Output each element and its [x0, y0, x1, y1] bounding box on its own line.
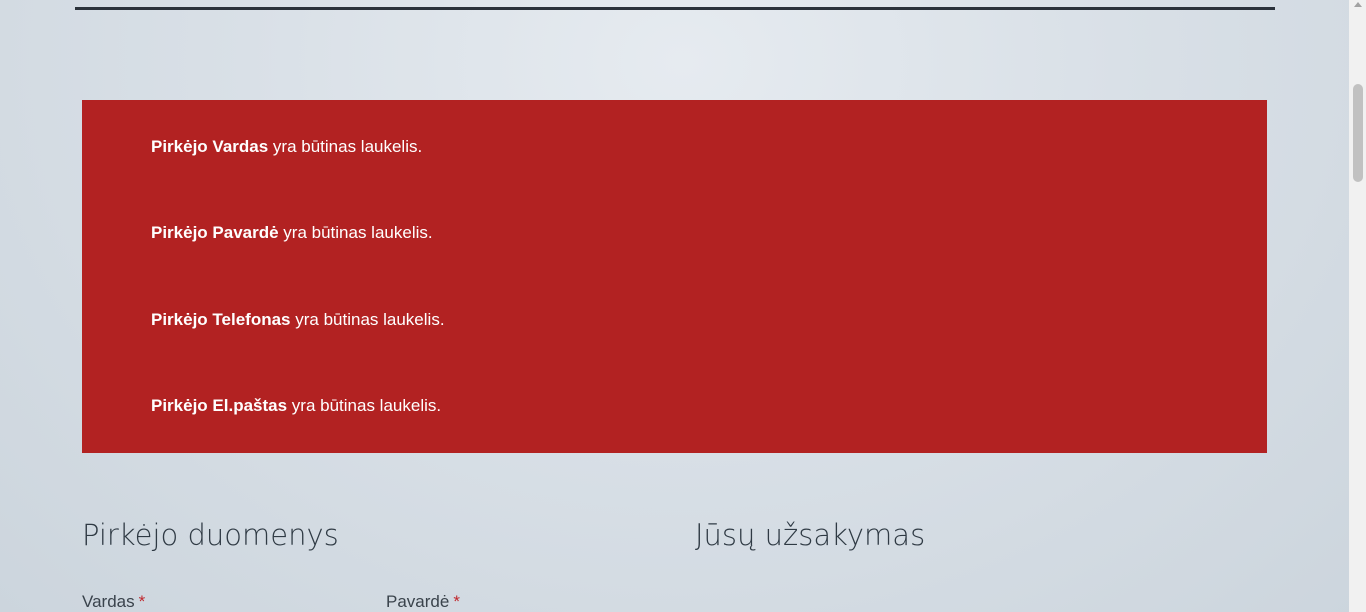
error-field-name: Pirkėjo Vardas — [151, 137, 269, 156]
required-marker: * — [453, 592, 460, 611]
required-marker: * — [138, 592, 146, 611]
error-field-name: Pirkėjo Telefonas — [151, 310, 291, 329]
error-field-name: Pirkėjo Pavardė — [151, 223, 279, 242]
error-text: yra būtinas laukelis. — [290, 310, 445, 329]
page-scrollbar[interactable] — [1349, 0, 1366, 612]
error-message-email: Pirkėjo El.paštas yra būtinas laukelis. — [151, 396, 441, 416]
first-name-label-text: Vardas — [82, 592, 135, 611]
first-name-label: Vardas * — [82, 592, 145, 612]
error-text: yra būtinas laukelis. — [278, 223, 433, 242]
scroll-up-arrow-icon[interactable] — [1354, 2, 1362, 7]
scrollbar-thumb[interactable] — [1353, 84, 1363, 182]
checkout-error-notice: Pirkėjo Vardas yra būtinas laukelis. Pir… — [82, 100, 1267, 453]
error-message-first-name: Pirkėjo Vardas yra būtinas laukelis. — [151, 137, 422, 157]
error-message-phone: Pirkėjo Telefonas yra būtinas laukelis. — [151, 310, 445, 330]
error-text: yra būtinas laukelis. — [287, 396, 442, 415]
header-divider — [75, 7, 1275, 10]
billing-details-heading: Pirkėjo duomenys — [82, 518, 339, 552]
order-review-heading: Jūsų užsakymas — [695, 518, 926, 552]
error-field-name: Pirkėjo El.paštas — [151, 396, 288, 415]
last-name-label-text: Pavardė — [386, 592, 450, 611]
last-name-label: Pavardė * — [386, 592, 460, 612]
error-message-last-name: Pirkėjo Pavardė yra būtinas laukelis. — [151, 223, 433, 243]
error-text: yra būtinas laukelis. — [268, 137, 423, 156]
